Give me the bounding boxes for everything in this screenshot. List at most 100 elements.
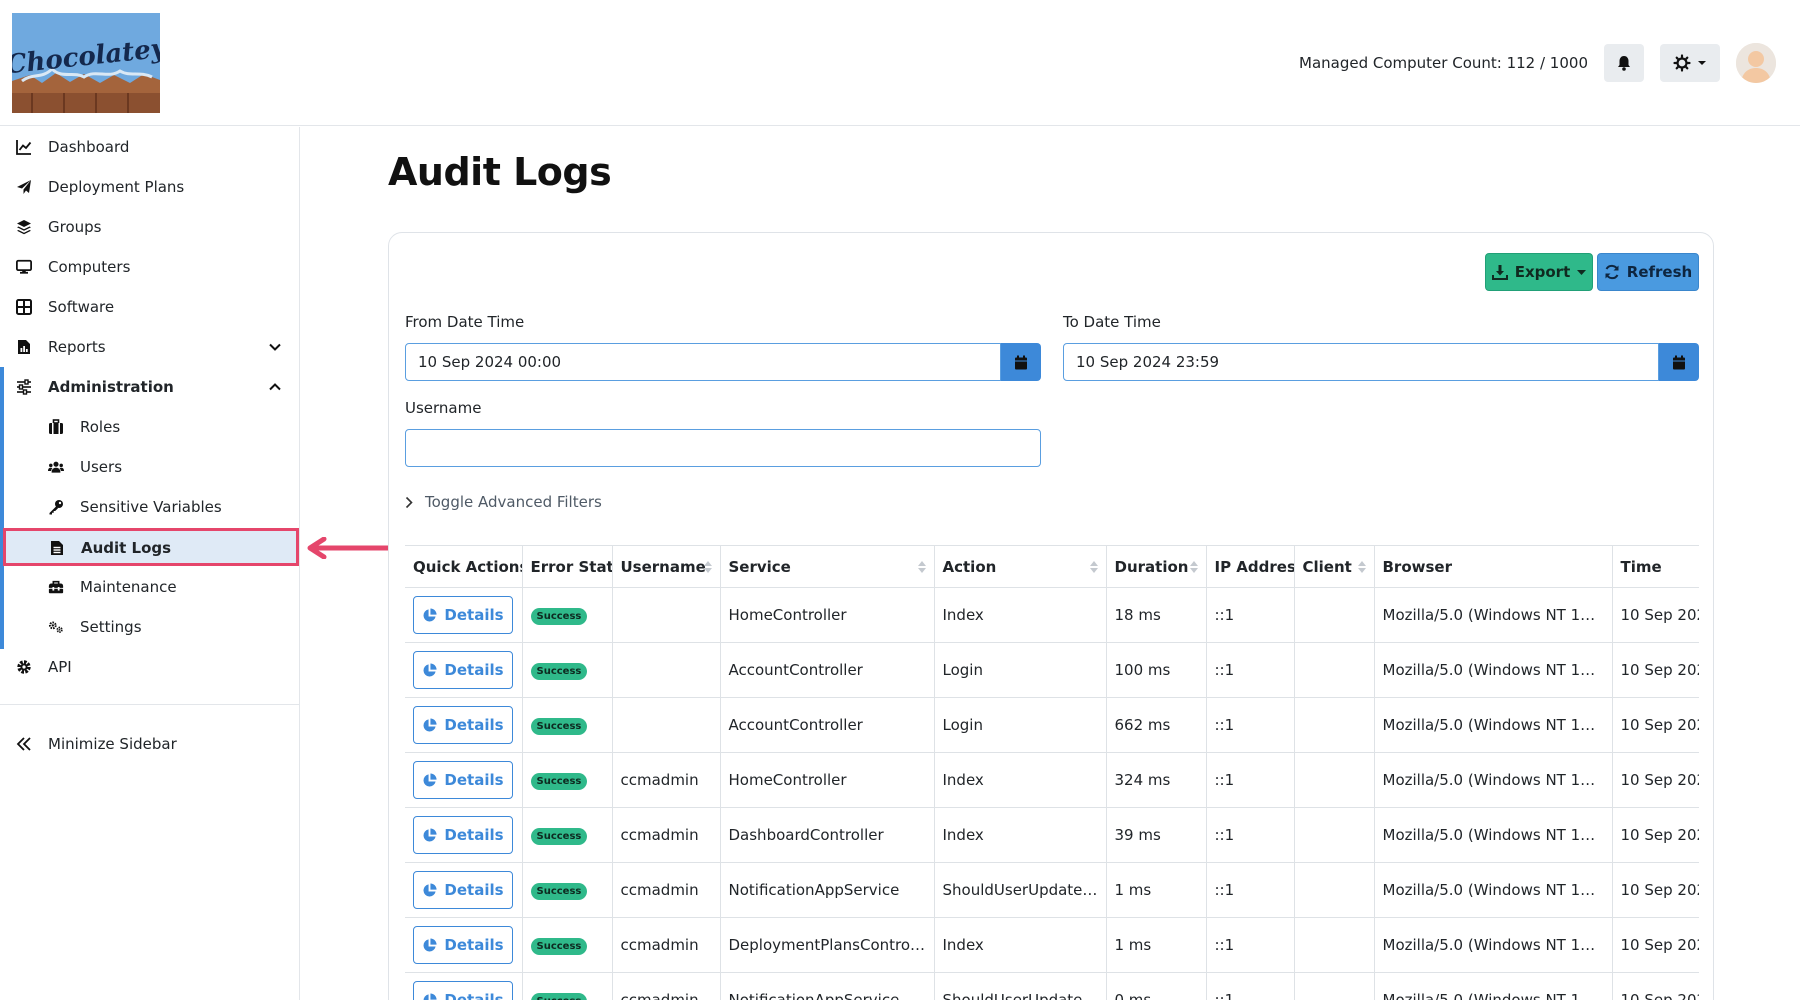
cell-username: [612, 642, 721, 698]
toggle-advanced-filters-label: Toggle Advanced Filters: [425, 493, 602, 511]
cell-time: 10 Sep 2024: [1612, 587, 1699, 643]
sidebar-item-administration[interactable]: Administration: [0, 367, 300, 407]
sidebar-item-label: Audit Logs: [81, 539, 172, 557]
details-button[interactable]: Details: [413, 596, 513, 634]
cell-duration: 39 ms: [1106, 807, 1207, 863]
toggle-advanced-filters[interactable]: Toggle Advanced Filters: [405, 493, 602, 511]
table-row: Details Success AccountController Login 100 …: [405, 642, 1699, 698]
column-header-client[interactable]: Client: [1294, 545, 1375, 588]
sidebar-item-audit-logs[interactable]: Audit Logs: [3, 528, 299, 566]
details-label: Details: [444, 606, 504, 624]
sidebar-item-computers[interactable]: Computers: [0, 247, 300, 287]
user-avatar[interactable]: [1736, 43, 1776, 83]
sidebar-item-maintenance[interactable]: Maintenance: [0, 567, 300, 607]
cell-quick-actions: Details: [405, 697, 523, 753]
cell-error-state: Success: [522, 862, 613, 918]
sidebar-item-dashboard[interactable]: Dashboard: [0, 127, 300, 167]
cell-client: [1294, 752, 1375, 808]
calendar-icon: [1673, 355, 1685, 369]
details-label: Details: [444, 991, 504, 1000]
username-input[interactable]: [405, 429, 1041, 467]
sort-icon: [1089, 561, 1098, 573]
to-date-calendar-button[interactable]: [1659, 343, 1699, 381]
chart-line-icon: [16, 139, 32, 155]
column-header-username[interactable]: Username: [612, 545, 721, 588]
chevron-down-icon: [269, 343, 281, 351]
cell-error-state: Success: [522, 642, 613, 698]
details-button[interactable]: Details: [413, 816, 513, 854]
sidebar-item-api[interactable]: API: [0, 647, 300, 687]
toolbox-icon: [48, 579, 64, 595]
cell-time: 10 Sep 2024: [1612, 642, 1699, 698]
status-badge: Success: [530, 883, 588, 900]
column-header-service[interactable]: Service: [720, 545, 935, 588]
cell-action: Index: [934, 587, 1107, 643]
table-row: Details Success ccmadminNotificationAppSer…: [405, 972, 1699, 1000]
notifications-button[interactable]: [1604, 44, 1644, 82]
avatar-image: [1736, 43, 1776, 83]
column-header-label: Quick Actions: [413, 557, 522, 576]
details-button[interactable]: Details: [413, 981, 513, 1000]
minimize-sidebar-button[interactable]: Minimize Sidebar: [0, 724, 300, 764]
column-header-duration[interactable]: Duration: [1106, 545, 1207, 588]
cell-action: Login: [934, 697, 1107, 753]
table-row: Details Success AccountController Login 662 …: [405, 697, 1699, 753]
cell-client: [1294, 697, 1375, 753]
sidebar-item-label: Dashboard: [48, 138, 130, 156]
sidebar-item-label: Groups: [48, 218, 102, 236]
table-body: Details Success HomeController Index 18 ms::…: [405, 587, 1699, 1000]
chart-pie-icon: [423, 937, 437, 952]
to-date-input[interactable]: 10 Sep 2024 23:59: [1063, 343, 1659, 381]
column-header-time[interactable]: Time: [1612, 545, 1699, 588]
from-date-input[interactable]: 10 Sep 2024 00:00: [405, 343, 1001, 381]
column-header-label: Service: [728, 557, 791, 576]
sidebar-item-software[interactable]: Software: [0, 287, 300, 327]
cell-browser: Mozilla/5.0 (Windows NT 10.0;...: [1374, 587, 1613, 643]
details-label: Details: [444, 936, 504, 954]
details-label: Details: [444, 771, 504, 789]
grid-icon: [16, 299, 32, 315]
cell-service: HomeController: [720, 587, 935, 643]
cell-time: 10 Sep 2024: [1612, 697, 1699, 753]
details-button[interactable]: Details: [413, 706, 513, 744]
sidebar-item-roles[interactable]: Roles: [0, 407, 300, 447]
table-row: Details Success ccmadminNotificationAppSer…: [405, 862, 1699, 918]
cell-error-state: Success: [522, 917, 613, 973]
cell-quick-actions: Details: [405, 807, 523, 863]
audit-logs-table: Quick Actions Error State Username Servi…: [405, 545, 1699, 1000]
sort-icon: [917, 561, 926, 573]
cell-browser: Mozilla/5.0 (Windows NT 10.0;...: [1374, 917, 1613, 973]
details-button[interactable]: Details: [413, 651, 513, 689]
cell-browser: Mozilla/5.0 (Windows NT 10.0;...: [1374, 697, 1613, 753]
theme-settings-dropdown[interactable]: [1660, 44, 1720, 82]
sort-icon: [1189, 561, 1198, 573]
sidebar-item-label: Deployment Plans: [48, 178, 185, 196]
export-button[interactable]: Export: [1485, 253, 1593, 291]
details-button[interactable]: Details: [413, 761, 513, 799]
sidebar-item-reports[interactable]: Reports: [0, 327, 300, 367]
sidebar-item-label: Computers: [48, 258, 131, 276]
status-badge: Success: [530, 608, 588, 625]
sort-icon: [703, 561, 712, 573]
sidebar-item-sensitive-variables[interactable]: Sensitive Variables: [0, 487, 300, 527]
sidebar-item-label: Sensitive Variables: [80, 498, 222, 516]
from-date-calendar-button[interactable]: [1001, 343, 1041, 381]
column-header-error-state: Error State: [522, 545, 613, 588]
refresh-button[interactable]: Refresh: [1597, 253, 1699, 291]
chart-pie-icon: [423, 607, 437, 622]
sidebar-item-groups[interactable]: Groups: [0, 207, 300, 247]
chevron-up-icon: [269, 383, 281, 391]
sidebar-item-label: Users: [80, 458, 123, 476]
audit-logs-table-wrapper[interactable]: Quick Actions Error State Username Servi…: [405, 545, 1699, 1000]
details-button[interactable]: Details: [413, 926, 513, 964]
cell-username: [612, 697, 721, 753]
column-header-action[interactable]: Action: [934, 545, 1107, 588]
details-button[interactable]: Details: [413, 871, 513, 909]
sidebar-item-settings[interactable]: Settings: [0, 607, 300, 647]
chocolatey-logo[interactable]: Chocolatey: [12, 13, 160, 113]
cell-error-state: Success: [522, 807, 613, 863]
sidebar-item-deployment-plans[interactable]: Deployment Plans: [0, 167, 300, 207]
sidebar-item-users[interactable]: Users: [0, 447, 300, 487]
cell-duration: 1 ms: [1106, 862, 1207, 918]
cell-browser: Mozilla/5.0 (Windows NT 10.0;...: [1374, 862, 1613, 918]
